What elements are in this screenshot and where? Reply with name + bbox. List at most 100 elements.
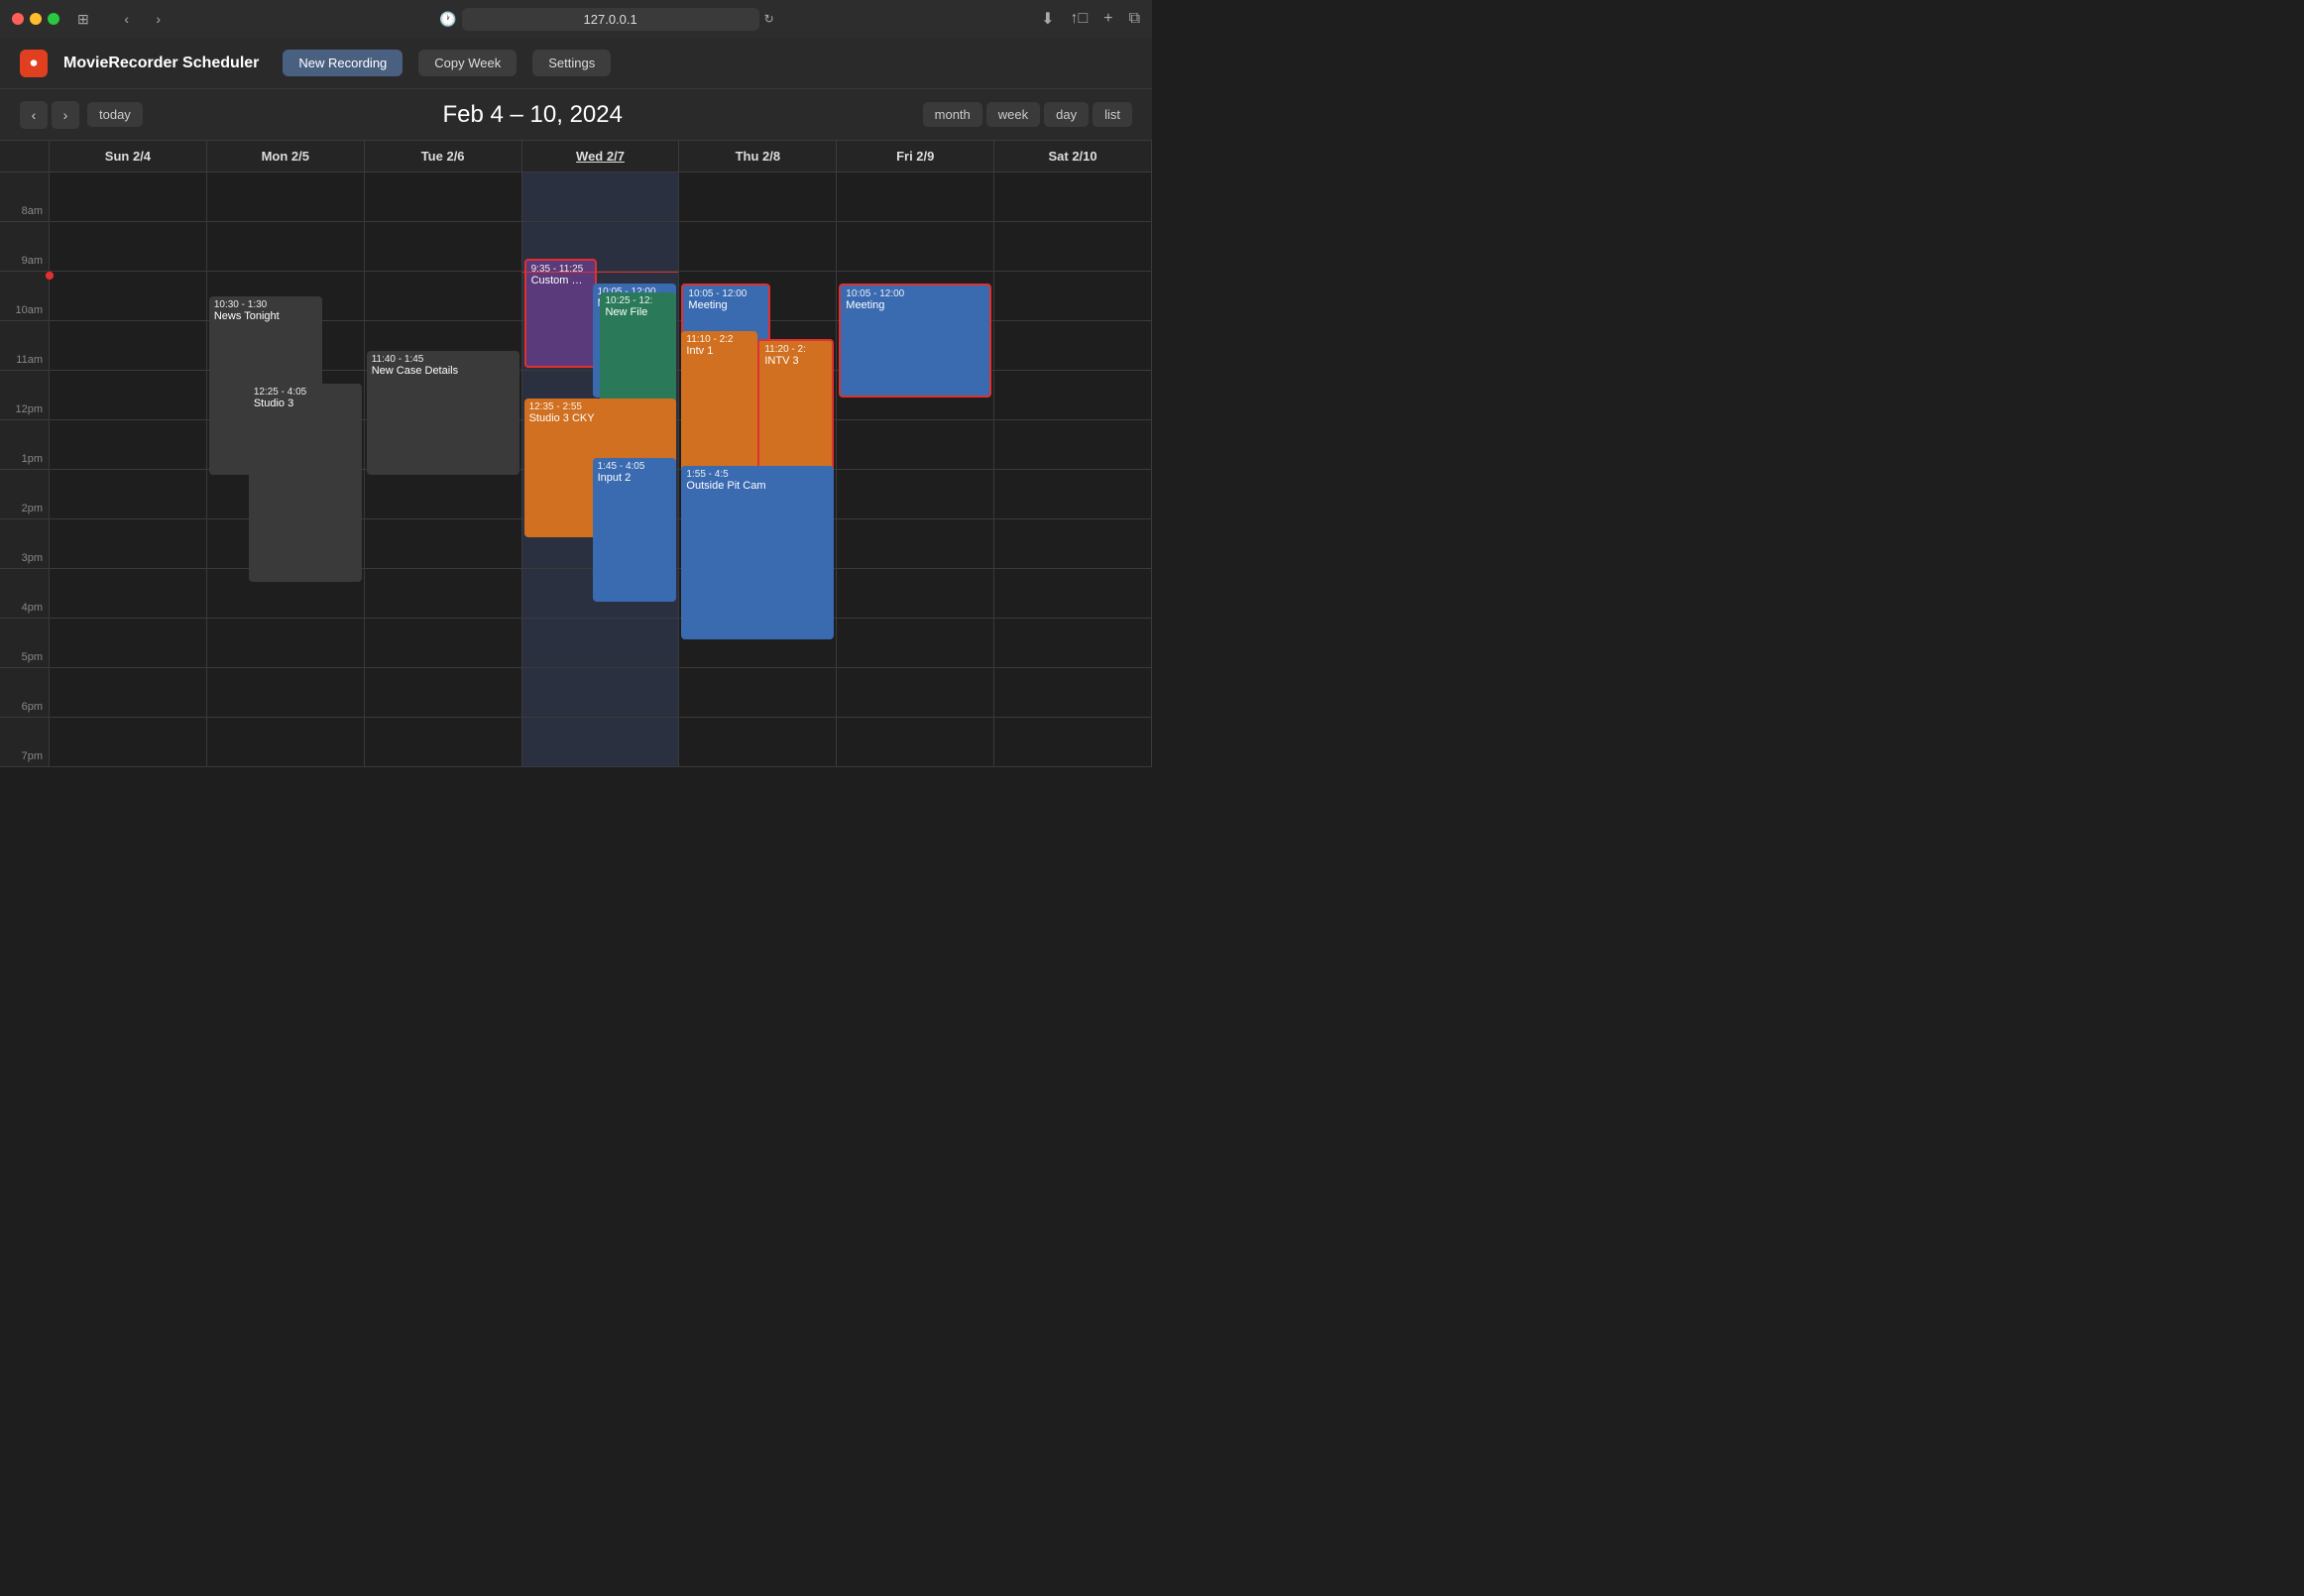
event-title: Meeting xyxy=(846,299,984,311)
time-10am: 10am xyxy=(0,272,49,321)
event-time: 1:55 - 4:5 xyxy=(686,469,829,480)
event-outside-pit-cam[interactable]: 1:55 - 4:5 Outside Pit Cam xyxy=(681,466,834,639)
hour-6pm-sun[interactable] xyxy=(50,668,206,718)
calendar-nav: ‹ › today Feb 4 – 10, 2024 month week da… xyxy=(0,89,1152,141)
event-time: 11:20 - 2: xyxy=(764,344,827,355)
time-9am: 9am xyxy=(0,222,49,272)
event-title: Intv 1 xyxy=(686,345,752,357)
app-logo: ⏺ xyxy=(20,50,48,77)
day-col-sun xyxy=(50,172,207,767)
hour-9am-sun[interactable] xyxy=(50,222,206,272)
time-12pm: 12pm xyxy=(0,371,49,420)
day-view-button[interactable]: day xyxy=(1044,102,1089,127)
share-icon[interactable]: ↑□ xyxy=(1071,10,1089,28)
url-input[interactable] xyxy=(462,8,759,31)
time-4pm: 4pm xyxy=(0,569,49,619)
event-title: Input 2 xyxy=(598,472,672,484)
download-icon[interactable]: ⬇ xyxy=(1041,9,1054,29)
minimize-button[interactable] xyxy=(30,13,42,25)
day-header-fri[interactable]: Fri 2/9 xyxy=(837,141,994,171)
titlebar: ⊞ ‹ › 🕐 ↻ ⬇ ↑□ + ⧉ xyxy=(0,0,1152,38)
time-3pm: 3pm xyxy=(0,519,49,569)
time-1pm: 1pm xyxy=(0,420,49,470)
hour-7pm-sun[interactable] xyxy=(50,718,206,767)
time-labels: 8am 9am 10am 11am 12pm 1pm 2pm 3pm 4pm 5… xyxy=(0,172,50,767)
hour-2pm-sun[interactable] xyxy=(50,470,206,519)
calendar: Sun 2/4 Mon 2/5 Tue 2/6 Wed 2/7 Thu 2/8 … xyxy=(0,141,1152,767)
days-container: 10:30 - 1:30 News Tonight 12:25 - 4:05 S… xyxy=(50,172,1152,767)
event-time: 11:10 - 2:2 xyxy=(686,334,752,345)
event-time: 12:35 - 2:55 xyxy=(529,401,672,412)
event-time: 9:35 - 11:25 xyxy=(531,264,591,275)
prev-week-button[interactable]: ‹ xyxy=(20,101,48,129)
next-week-button[interactable]: › xyxy=(52,101,79,129)
settings-button[interactable]: Settings xyxy=(532,50,611,76)
event-title: INTV 3 xyxy=(764,355,827,367)
browser-back-button[interactable]: ‹ xyxy=(113,5,141,33)
day-header-wed[interactable]: Wed 2/7 xyxy=(522,141,680,171)
event-title: Meeting xyxy=(688,299,763,311)
event-time: 12:25 - 4:05 xyxy=(254,387,357,398)
hour-12pm-sun[interactable] xyxy=(50,371,206,420)
sidebar-toggle-button[interactable]: ⊞ xyxy=(69,9,97,30)
time-grid: 8am 9am 10am 11am 12pm 1pm 2pm 3pm 4pm 5… xyxy=(0,172,1152,767)
time-2pm: 2pm xyxy=(0,470,49,519)
addressbar: 🕐 ↻ xyxy=(180,8,1033,31)
hour-1pm-sun[interactable] xyxy=(50,420,206,470)
browser-forward-button[interactable]: › xyxy=(145,5,173,33)
time-5pm: 5pm xyxy=(0,619,49,668)
time-8am: 8am xyxy=(0,172,49,222)
close-button[interactable] xyxy=(12,13,24,25)
nav-buttons: ‹ › xyxy=(113,5,173,33)
month-view-button[interactable]: month xyxy=(923,102,982,127)
event-studio3[interactable]: 12:25 - 4:05 Studio 3 xyxy=(249,384,362,582)
time-6pm: 6pm xyxy=(0,668,49,718)
day-col-thu: 10:05 - 12:00 Meeting 11:10 - 2:2 Intv 1… xyxy=(679,172,837,767)
day-header-thu[interactable]: Thu 2/8 xyxy=(679,141,837,171)
event-title: New Case Details xyxy=(372,365,515,377)
hour-11am-sun[interactable] xyxy=(50,321,206,371)
maximize-button[interactable] xyxy=(48,13,59,25)
event-time: 10:05 - 12:00 xyxy=(846,288,984,299)
event-time: 10:30 - 1:30 xyxy=(214,299,317,310)
event-new-case[interactable]: 11:40 - 1:45 New Case Details xyxy=(367,351,519,475)
view-buttons: month week day list xyxy=(923,102,1132,127)
day-col-mon: 10:30 - 1:30 News Tonight 12:25 - 4:05 S… xyxy=(207,172,365,767)
time-11am: 11am xyxy=(0,321,49,371)
event-title: New File xyxy=(605,306,671,318)
new-recording-button[interactable]: New Recording xyxy=(283,50,403,76)
event-meeting-fri[interactable]: 10:05 - 12:00 Meeting xyxy=(839,284,991,398)
event-time: 10:05 - 12:00 xyxy=(688,288,763,299)
event-custom-name[interactable]: 9:35 - 11:25 Custom Name xyxy=(524,259,598,368)
day-headers: Sun 2/4 Mon 2/5 Tue 2/6 Wed 2/7 Thu 2/8 … xyxy=(0,141,1152,172)
day-header-mon[interactable]: Mon 2/5 xyxy=(207,141,365,171)
list-view-button[interactable]: list xyxy=(1093,102,1132,127)
day-col-wed: 9:35 - 11:25 Custom Name 10:05 - 12:00 M… xyxy=(522,172,680,767)
event-time: 11:40 - 1:45 xyxy=(372,354,515,365)
event-title: Studio 3 CKY xyxy=(529,412,672,424)
day-header-sun[interactable]: Sun 2/4 xyxy=(50,141,207,171)
hour-3pm-sun[interactable] xyxy=(50,519,206,569)
hour-5pm-sun[interactable] xyxy=(50,619,206,668)
hour-8am-sun[interactable] xyxy=(50,172,206,222)
new-tab-icon[interactable]: + xyxy=(1103,10,1112,28)
day-col-fri: 10:05 - 12:00 Meeting xyxy=(837,172,994,767)
nav-arrows: ‹ › xyxy=(20,101,79,129)
titlebar-icons: ⬇ ↑□ + ⧉ xyxy=(1041,9,1140,29)
event-title: Custom Name xyxy=(531,275,591,286)
header-spacer xyxy=(0,141,50,171)
tabs-icon[interactable]: ⧉ xyxy=(1129,10,1140,28)
event-input2[interactable]: 1:45 - 4:05 Input 2 xyxy=(593,458,677,602)
traffic-lights xyxy=(12,13,59,25)
today-button[interactable]: today xyxy=(87,102,143,127)
day-col-sat xyxy=(994,172,1152,767)
copy-week-button[interactable]: Copy Week xyxy=(418,50,517,76)
event-time: 10:25 - 12: xyxy=(605,295,671,306)
hour-10am-sun[interactable] xyxy=(50,272,206,321)
time-7pm: 7pm xyxy=(0,718,49,767)
hour-4pm-sun[interactable] xyxy=(50,569,206,619)
day-header-tue[interactable]: Tue 2/6 xyxy=(365,141,522,171)
app-title: MovieRecorder Scheduler xyxy=(63,55,259,72)
week-view-button[interactable]: week xyxy=(986,102,1040,127)
day-header-sat[interactable]: Sat 2/10 xyxy=(994,141,1152,171)
